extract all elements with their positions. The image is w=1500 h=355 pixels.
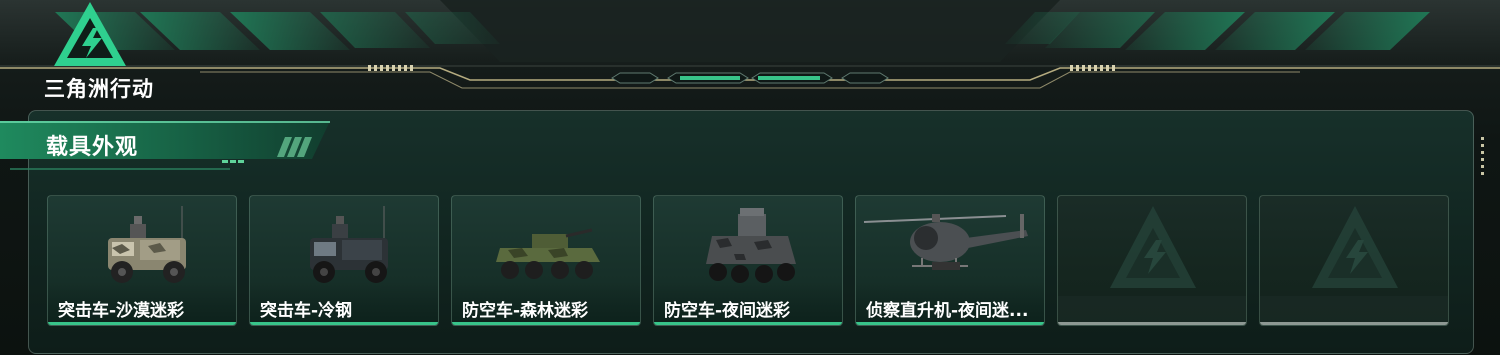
scroll-indicator[interactable] (1481, 137, 1485, 177)
apc-night-icon (706, 208, 796, 283)
armored-truck-desert-icon (108, 206, 186, 283)
skin-card-label: 突击车-冷钢 (260, 301, 353, 321)
skin-card-label: 侦察直升机-夜间迷... (866, 301, 1029, 321)
slot-bar (1260, 322, 1448, 325)
header-decoration (0, 0, 1500, 89)
slot-bar (1058, 322, 1246, 325)
skin-card-label: 防空车-夜间迷彩 (664, 301, 791, 321)
skin-card[interactable]: 突击车-沙漠迷彩 (47, 195, 237, 326)
apc-forest-icon (496, 228, 600, 279)
equipped-bar (654, 322, 842, 325)
armored-truck-steel-icon (310, 206, 388, 283)
skin-card[interactable]: 防空车-森林迷彩 (451, 195, 641, 326)
equipped-bar (250, 322, 438, 325)
empty-skin-slot[interactable] (1057, 195, 1247, 326)
skin-card-list: 突击车-沙漠迷彩 突击车-冷钢 防空车-森林迷彩 防空车-夜间迷彩 侦察直升机-… (47, 195, 1457, 327)
equipped-bar (48, 322, 236, 325)
game-title: 三角洲行动 (44, 77, 154, 101)
empty-skin-slot[interactable] (1259, 195, 1449, 326)
skin-card[interactable]: 突击车-冷钢 (249, 195, 439, 326)
empty-slot-logo-icon (1260, 206, 1448, 324)
section-title: 载具外观 (46, 135, 139, 160)
empty-slot-logo-icon (1058, 206, 1246, 324)
skin-card[interactable]: 防空车-夜间迷彩 (653, 195, 843, 326)
equipped-bar (856, 322, 1044, 325)
skin-card[interactable]: 侦察直升机-夜间迷... (855, 195, 1045, 326)
skin-card-label: 突击车-沙漠迷彩 (58, 301, 185, 321)
game-screen: 三角洲行动 载具外观 突击车-沙漠迷彩 突击车-冷钢 防空车-森林迷彩 防空车-… (0, 0, 1500, 355)
skin-card-label: 防空车-森林迷彩 (462, 301, 589, 321)
equipped-bar (452, 322, 640, 325)
header-bar (0, 0, 1500, 100)
helicopter-night-icon (863, 214, 1028, 270)
